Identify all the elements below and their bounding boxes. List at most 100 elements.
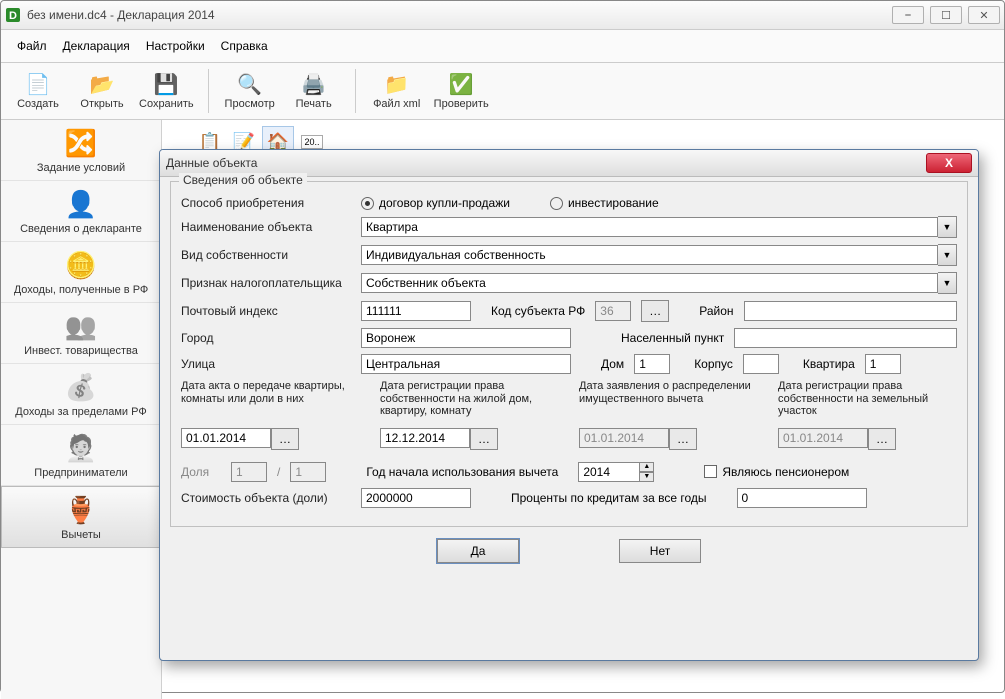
- taxpayer-label: Признак налогоплательщика: [181, 276, 351, 290]
- close-button[interactable]: ✕: [968, 6, 1000, 24]
- ok-button[interactable]: Да: [437, 539, 519, 563]
- sidebar-item-declarant[interactable]: 👤Сведения о декларанте: [1, 181, 161, 242]
- house-label: Дом: [601, 357, 624, 371]
- city-input[interactable]: [361, 328, 571, 348]
- street-label: Улица: [181, 357, 351, 371]
- radio-invest[interactable]: инвестирование: [550, 196, 659, 210]
- district-input[interactable]: [744, 301, 957, 321]
- dialog-close-button[interactable]: X: [926, 153, 972, 173]
- share-num: [231, 462, 267, 482]
- share-den: [290, 462, 326, 482]
- region-label: Код субъекта РФ: [491, 304, 585, 318]
- tb-check[interactable]: ✅Проверить: [434, 65, 489, 117]
- business-icon: 🧑‍💼: [64, 431, 98, 465]
- d1-cal-button[interactable]: …: [271, 428, 299, 450]
- d4-cal-button[interactable]: …: [868, 428, 896, 450]
- menu-help[interactable]: Справка: [213, 37, 276, 55]
- spin-down-icon[interactable]: ▼: [640, 472, 654, 482]
- radio-purchase[interactable]: договор купли-продажи: [361, 196, 510, 210]
- post-label: Почтовый индекс: [181, 304, 351, 318]
- tb-xml[interactable]: 📁Файл xml: [370, 65, 424, 117]
- house-input[interactable]: [634, 354, 670, 374]
- region-browse-button[interactable]: …: [641, 300, 669, 322]
- menubar: Файл Декларация Настройки Справка: [1, 30, 1004, 63]
- tb-preview[interactable]: 🔍Просмотр: [223, 65, 277, 117]
- settlement-label: Населенный пункт: [621, 331, 724, 345]
- menu-file[interactable]: Файл: [9, 37, 55, 55]
- tree-icon: 🔀: [64, 126, 98, 160]
- app-window: D без имени.dc4 - Декларация 2014 ⎯ ☐ ✕ …: [0, 0, 1005, 693]
- name-drop-icon[interactable]: ▼: [938, 216, 957, 238]
- object-info-group: Сведения об объекте Способ приобретения …: [170, 181, 968, 527]
- d3-cal-button[interactable]: …: [669, 428, 697, 450]
- street-input[interactable]: [361, 354, 571, 374]
- svg-text:D: D: [9, 10, 17, 22]
- district-label: Район: [699, 304, 733, 318]
- d3-label: Дата заявления о распределении имуществе…: [579, 380, 758, 405]
- menu-settings[interactable]: Настройки: [138, 37, 213, 55]
- sidebar: 🔀Задание условий 👤Сведения о декларанте …: [1, 120, 162, 699]
- d1-input[interactable]: [181, 428, 271, 448]
- menu-declaration[interactable]: Декларация: [55, 37, 138, 55]
- owntype-combo[interactable]: [361, 245, 938, 265]
- tb-open[interactable]: 📂Открыть: [75, 65, 129, 117]
- toolbar-sep: [208, 69, 209, 113]
- cancel-button[interactable]: Нет: [619, 539, 701, 563]
- main-toolbar: 📄Создать 📂Открыть 💾Сохранить 🔍Просмотр 🖨…: [1, 63, 1004, 120]
- d4-input: [778, 428, 868, 448]
- dialog-title: Данные объекта: [166, 156, 257, 170]
- coins-icon: 🪙: [64, 248, 98, 282]
- owntype-label: Вид собственности: [181, 248, 351, 262]
- d2-label: Дата регистрации права собственности на …: [380, 380, 559, 418]
- open-folder-icon: 📂: [90, 72, 114, 96]
- new-file-icon: 📄: [26, 72, 50, 96]
- name-combo[interactable]: [361, 217, 938, 237]
- owntype-drop-icon[interactable]: ▼: [938, 244, 957, 266]
- tb-print[interactable]: 🖨️Печать: [287, 65, 341, 117]
- spin-up-icon[interactable]: ▲: [640, 462, 654, 472]
- tb-create[interactable]: 📄Создать: [11, 65, 65, 117]
- name-label: Наименование объекта: [181, 220, 351, 234]
- titlebar: D без имени.dc4 - Декларация 2014 ⎯ ☐ ✕: [1, 1, 1004, 30]
- minimize-button[interactable]: ⎯: [892, 6, 924, 24]
- post-input[interactable]: [361, 301, 471, 321]
- tb-save[interactable]: 💾Сохранить: [139, 65, 194, 117]
- region-input: [595, 301, 631, 321]
- object-data-dialog: Данные объекта X Сведения об объекте Спо…: [159, 149, 979, 661]
- print-icon: 🖨️: [302, 72, 326, 96]
- acq-label: Способ приобретения: [181, 196, 351, 210]
- app-icon: D: [5, 7, 21, 23]
- d3-input: [579, 428, 669, 448]
- cost-label: Стоимость объекта (доли): [181, 491, 351, 505]
- d2-input[interactable]: [380, 428, 470, 448]
- xml-icon: 📁: [385, 72, 409, 96]
- taxpayer-combo[interactable]: [361, 273, 938, 293]
- sidebar-item-income-abroad[interactable]: 💰Доходы за пределами РФ: [1, 364, 161, 425]
- sidebar-item-invest[interactable]: 👥Инвест. товарищества: [1, 303, 161, 364]
- interest-input[interactable]: [737, 488, 867, 508]
- pension-checkbox[interactable]: Являюсь пенсионером: [704, 465, 849, 479]
- flat-input[interactable]: [865, 354, 901, 374]
- vase-icon: 🏺: [64, 493, 98, 527]
- preview-icon: 🔍: [238, 72, 262, 96]
- sidebar-item-entrepreneur[interactable]: 🧑‍💼Предприниматели: [1, 425, 161, 486]
- d2-cal-button[interactable]: …: [470, 428, 498, 450]
- window-title: без имени.dc4 - Декларация 2014: [27, 8, 215, 22]
- cost-input[interactable]: [361, 488, 471, 508]
- taxpayer-drop-icon[interactable]: ▼: [938, 272, 957, 294]
- year-label: Год начала использования вычета: [366, 465, 558, 479]
- flat-label: Квартира: [803, 357, 855, 371]
- group-icon: 👥: [64, 309, 98, 343]
- share-label: Доля: [181, 465, 221, 479]
- building-label: Корпус: [694, 357, 733, 371]
- toolbar-sep: [355, 69, 356, 113]
- sidebar-item-conditions[interactable]: 🔀Задание условий: [1, 120, 161, 181]
- settlement-input[interactable]: [734, 328, 957, 348]
- sidebar-item-income-rf[interactable]: 🪙Доходы, полученные в РФ: [1, 242, 161, 303]
- save-icon: 💾: [154, 72, 178, 96]
- year-input[interactable]: [578, 462, 640, 482]
- maximize-button[interactable]: ☐: [930, 6, 962, 24]
- sidebar-item-deductions[interactable]: 🏺Вычеты: [1, 486, 161, 548]
- building-input[interactable]: [743, 354, 779, 374]
- city-label: Город: [181, 331, 351, 345]
